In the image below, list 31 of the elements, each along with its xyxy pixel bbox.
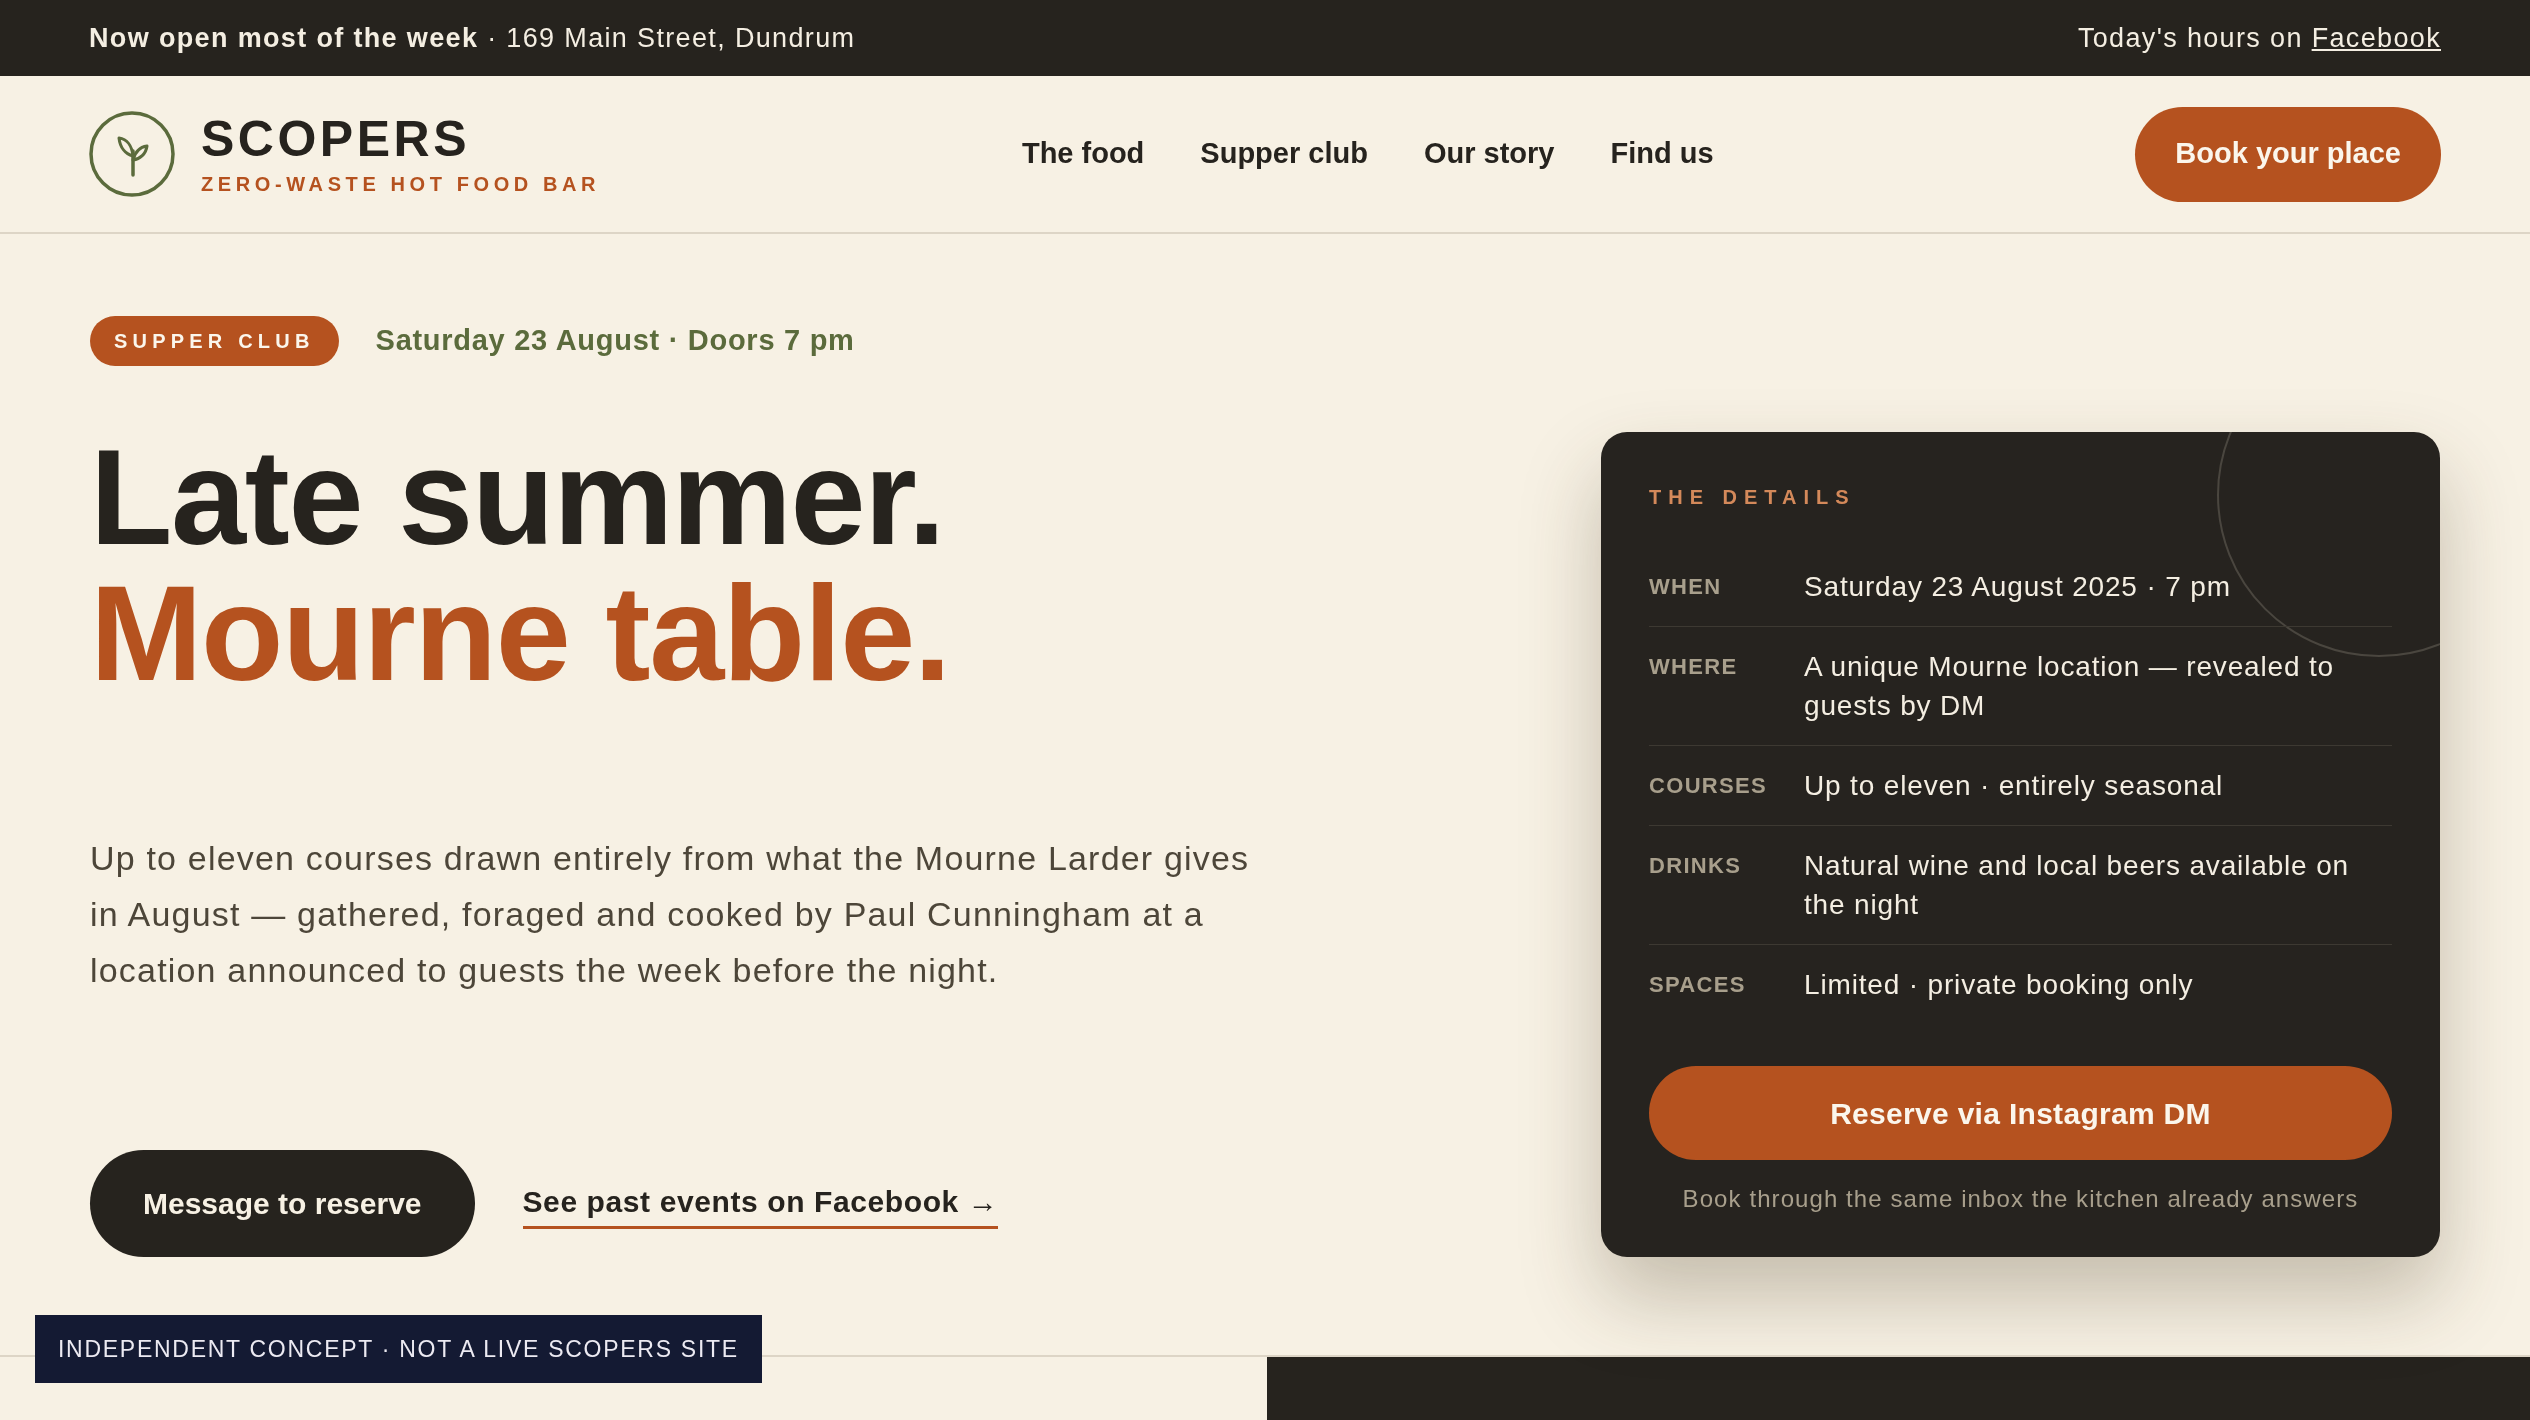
- disclaimer-banner: INDEPENDENT CONCEPT · NOT A LIVE SCOPERS SITE: [35, 1315, 762, 1383]
- message-button[interactable]: Message to reserve: [90, 1150, 475, 1257]
- detail-label: SPACES: [1649, 971, 1747, 999]
- sprout-logo-icon: [89, 111, 175, 197]
- detail-value: Natural wine and local beers available on the night: [1804, 849, 2350, 922]
- nav-link[interactable]: Our story: [1423, 132, 1555, 176]
- facebook-link[interactable]: Facebook: [2311, 22, 2441, 53]
- category-tag: SUPPER CLUB: [90, 316, 339, 366]
- hours-note: Today's hours on Facebook: [2077, 21, 2441, 55]
- detail-value: Limited · private booking only: [1804, 968, 2195, 1002]
- event-date: Saturday 23 August · Doors 7 pm: [375, 323, 855, 359]
- detail-value: Up to eleven · entirely seasonal: [1804, 769, 2225, 803]
- detail-label: WHERE: [1649, 653, 1739, 681]
- reserve-button[interactable]: Reserve via Instagram DM: [1649, 1066, 2392, 1160]
- brand-tagline: ZERO-WASTE HOT FOOD BAR: [201, 172, 601, 196]
- intro-paragraph: Up to eleven courses drawn entirely from what the Mourne Larder gives in August — gathered, foraged and cooked by Paul Cunningham at a location announced to guests the week before the night.: [90, 838, 1251, 991]
- book-button[interactable]: Book your place: [2135, 106, 2441, 202]
- hero-headline: Late summer. Mourne table.: [90, 430, 952, 702]
- booking-note: Book through the same inbox the kitchen already answers: [1681, 1184, 2360, 1214]
- nav-link[interactable]: The food: [1021, 132, 1145, 176]
- facebook-events-link[interactable]: See past events on Facebook →: [522, 1178, 999, 1229]
- nav-link[interactable]: Supper club: [1200, 132, 1368, 176]
- detail-value: Saturday 23 August 2025 · 7 pm: [1804, 570, 2232, 604]
- detail-label: COURSES: [1649, 772, 1769, 800]
- detail-label: WHEN: [1649, 573, 1723, 601]
- nav-link[interactable]: Find us: [1610, 132, 1714, 176]
- detail-value: A unique Mourne location — revealed to guests by DM: [1804, 650, 2335, 723]
- brand-name: SCOPERS: [201, 112, 471, 166]
- announcement-text: Now open most of the week · 169 Main Street, Dundrum: [89, 21, 856, 55]
- detail-label: DRINKS: [1649, 852, 1743, 880]
- details-title: THE DETAILS: [1649, 485, 1857, 509]
